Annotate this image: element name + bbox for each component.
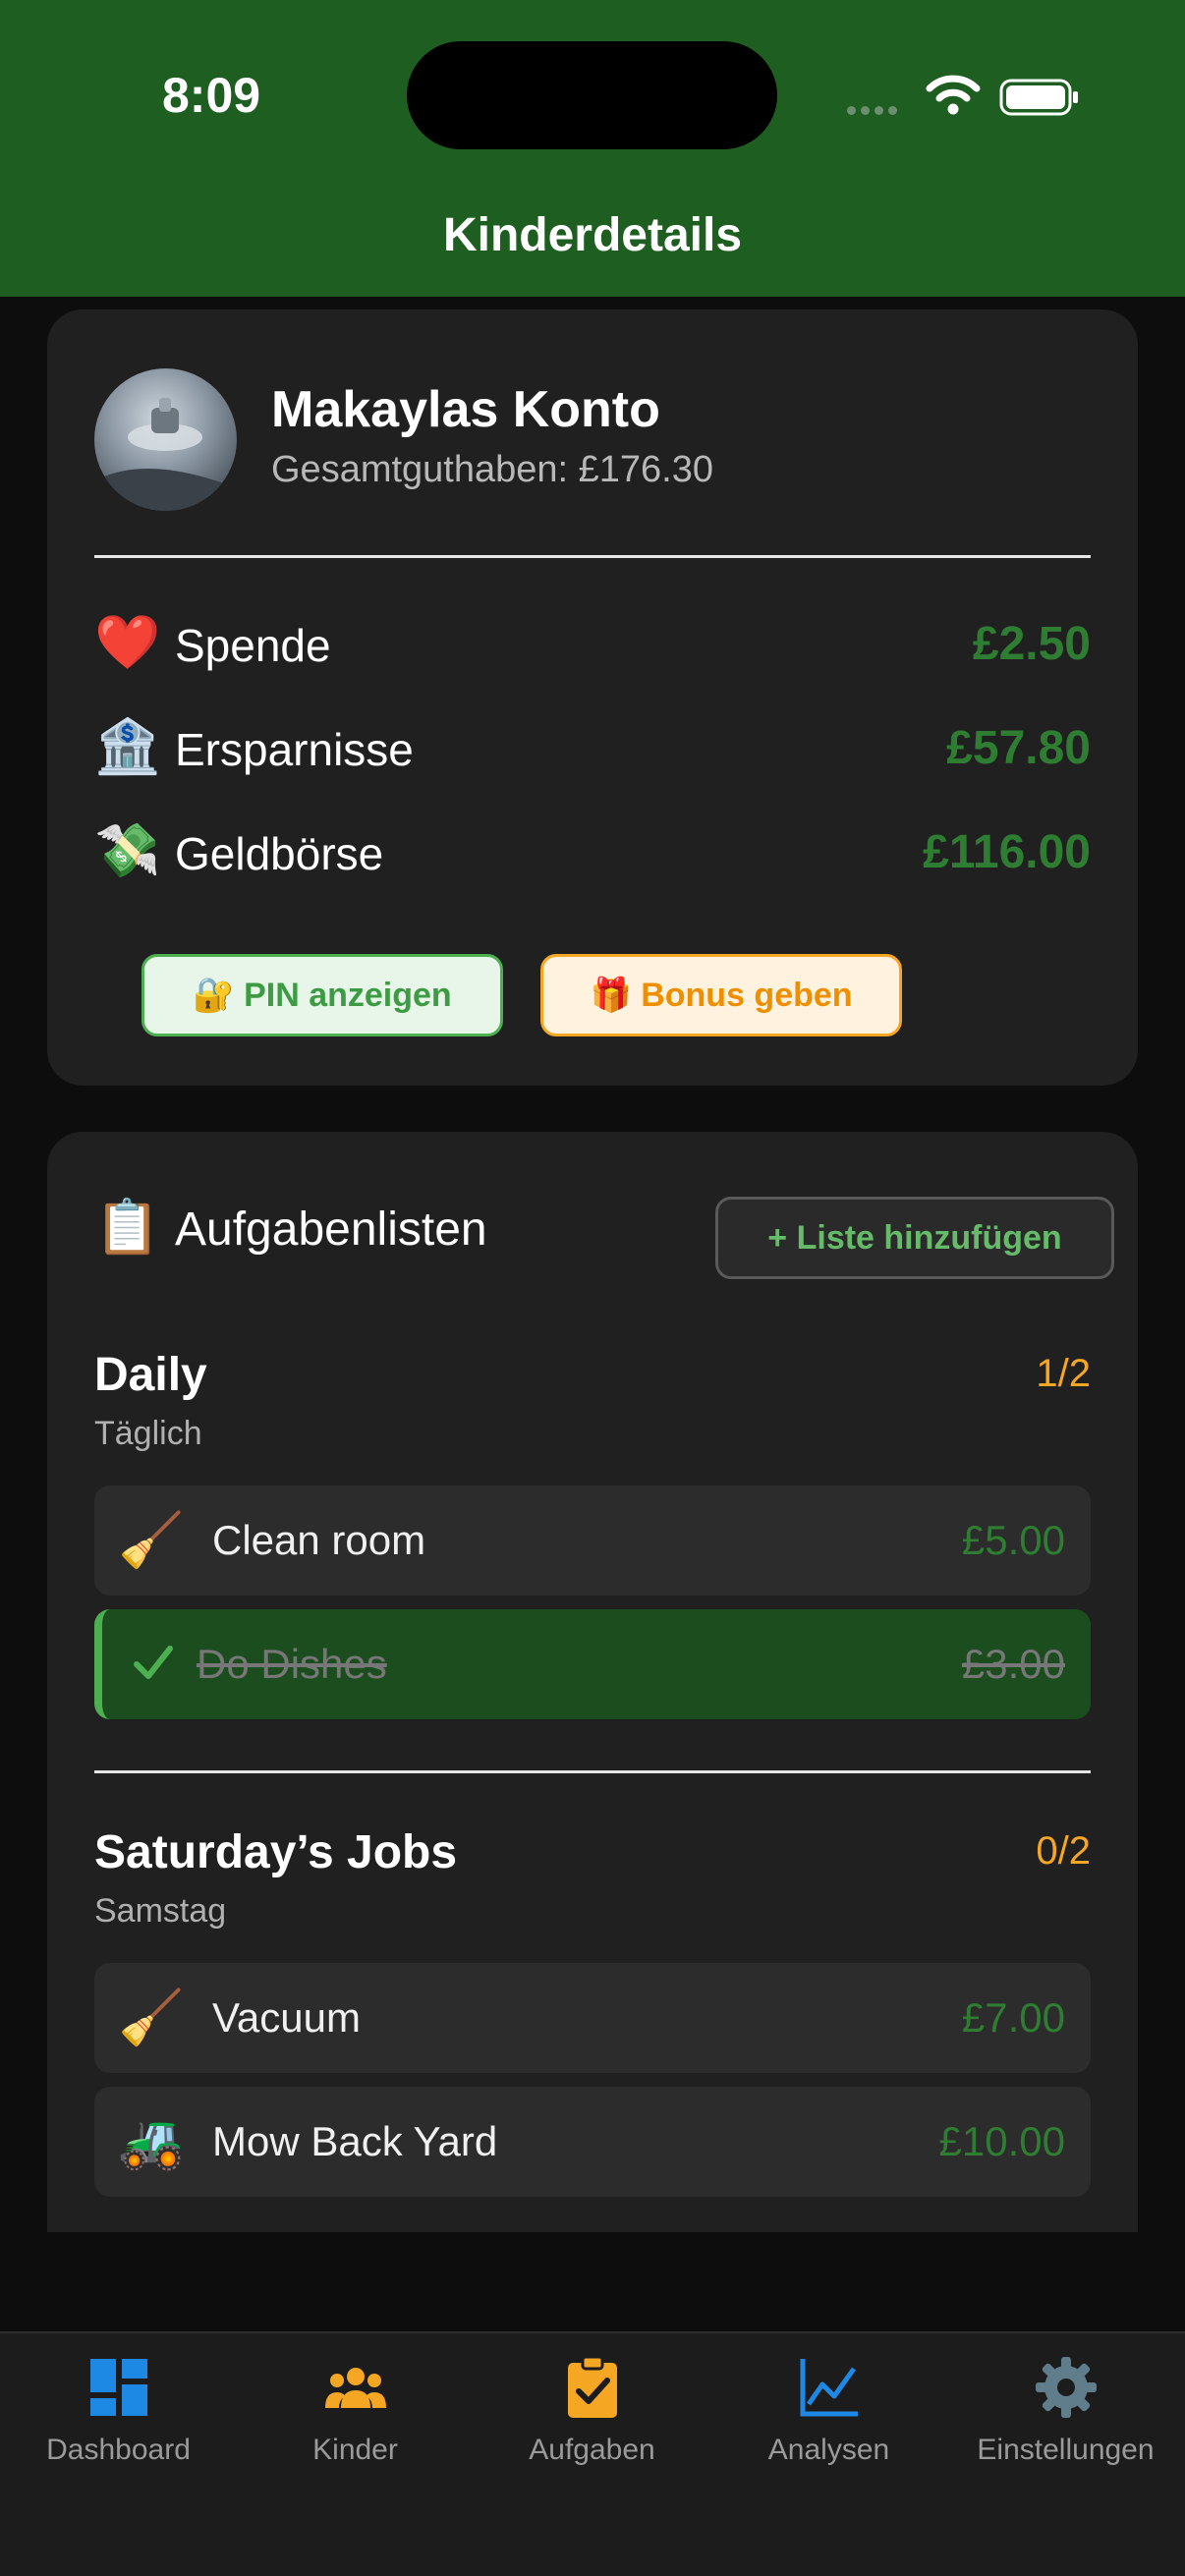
list-progress: 1/2 — [1036, 1352, 1091, 1395]
divider — [94, 555, 1091, 558]
money-wings-icon: 💸 — [94, 821, 161, 880]
page-title: Kinderdetails — [442, 209, 743, 261]
tab-label: Analysen — [767, 2434, 890, 2466]
tab-aufgaben[interactable]: Aufgaben — [474, 2355, 710, 2467]
task-lists-card: 📋 Aufgabenlisten + Liste hinzufügen Dail… — [47, 1132, 1138, 2232]
task-label: Do Dishes — [197, 1641, 387, 1687]
balance-value: £57.80 — [946, 722, 1091, 774]
clipboard-check-icon — [567, 2355, 617, 2418]
tractor-icon: 🚜 — [118, 2112, 185, 2171]
broom-icon: 🧹 — [118, 1511, 185, 1570]
clipboard-icon: 📋 — [94, 1198, 161, 1257]
chart-line-icon — [800, 2359, 858, 2417]
balance-label: Spende — [175, 620, 331, 671]
add-list-button[interactable]: + Liste hinzufügen — [715, 1197, 1114, 1279]
account-name: Makaylas Konto — [271, 381, 660, 438]
show-pin-button[interactable]: 🔐 PIN anzeigen — [141, 954, 503, 1036]
balance-row-wallet[interactable]: 💸 Geldbörse £116.00 — [94, 817, 1091, 886]
balance-label: Ersparnisse — [175, 724, 414, 775]
battery-icon — [999, 79, 1078, 116]
list-schedule: Samstag — [94, 1892, 227, 1930]
cellular-dots-icon — [847, 102, 902, 120]
people-icon — [324, 2368, 386, 2408]
task-item[interactable]: 🧹 Vacuum £7.00 — [94, 1963, 1091, 2073]
task-item[interactable]: 🧹 Clean room £5.00 — [94, 1485, 1091, 1596]
checkmark-icon — [134, 1646, 173, 1679]
tab-dashboard[interactable]: Dashboard — [0, 2355, 237, 2467]
task-item-completed[interactable]: Do Dishes £3.00 — [94, 1609, 1091, 1719]
status-time: 8:09 — [162, 68, 261, 123]
wifi-icon — [926, 75, 981, 115]
task-label: Vacuum — [212, 1994, 361, 2041]
task-value: £10.00 — [938, 2118, 1065, 2164]
account-total: Gesamtguthaben: £176.30 — [271, 449, 714, 490]
list-name[interactable]: Daily — [94, 1348, 207, 1402]
dashboard-icon — [89, 2359, 147, 2416]
balance-row-donation[interactable]: ❤️ Spende £2.50 — [94, 609, 1091, 678]
header-bar: 8:09 Kinderdetails — [0, 0, 1185, 297]
balance-label: Geldbörse — [175, 828, 384, 879]
tab-label: Einstellungen — [977, 2434, 1155, 2466]
heart-icon: ❤️ — [94, 613, 161, 672]
section-title: Aufgabenlisten — [175, 1204, 487, 1256]
task-value: £3.00 — [961, 1641, 1065, 1687]
list-name[interactable]: Saturday’s Jobs — [94, 1825, 457, 1879]
tab-bar: Dashboard Kinder Aufgaben Analysen Einst… — [0, 2331, 1185, 2576]
dynamic-island — [407, 41, 777, 149]
status-icons — [847, 71, 1083, 120]
bank-icon: 🏦 — [94, 717, 161, 776]
divider — [94, 1770, 1091, 1773]
task-label: Clean room — [212, 1517, 426, 1563]
avatar[interactable] — [94, 368, 237, 511]
task-item[interactable]: 🚜 Mow Back Yard £10.00 — [94, 2087, 1091, 2197]
task-value: £5.00 — [961, 1517, 1065, 1563]
task-value: £7.00 — [961, 1994, 1065, 2041]
tab-analysen[interactable]: Analysen — [710, 2355, 947, 2467]
list-progress: 0/2 — [1036, 1829, 1091, 1873]
account-card: Makaylas Konto Gesamtguthaben: £176.30 ❤… — [47, 309, 1138, 1086]
gear-icon — [1035, 2357, 1097, 2418]
list-schedule: Täglich — [94, 1415, 202, 1452]
broom-icon: 🧹 — [118, 1988, 185, 2047]
balance-value: £2.50 — [972, 618, 1091, 670]
tab-label: Kinder — [312, 2434, 398, 2466]
tab-kinder[interactable]: Kinder — [237, 2355, 474, 2467]
task-label: Mow Back Yard — [212, 2118, 498, 2164]
balance-value: £116.00 — [923, 826, 1091, 878]
balance-row-savings[interactable]: 🏦 Ersparnisse £57.80 — [94, 713, 1091, 782]
tab-einstellungen[interactable]: Einstellungen — [947, 2355, 1184, 2467]
tab-label: Dashboard — [46, 2434, 191, 2466]
avatar-image — [94, 398, 232, 511]
give-bonus-button[interactable]: 🎁 Bonus geben — [540, 954, 902, 1036]
tab-label: Aufgaben — [529, 2434, 655, 2466]
